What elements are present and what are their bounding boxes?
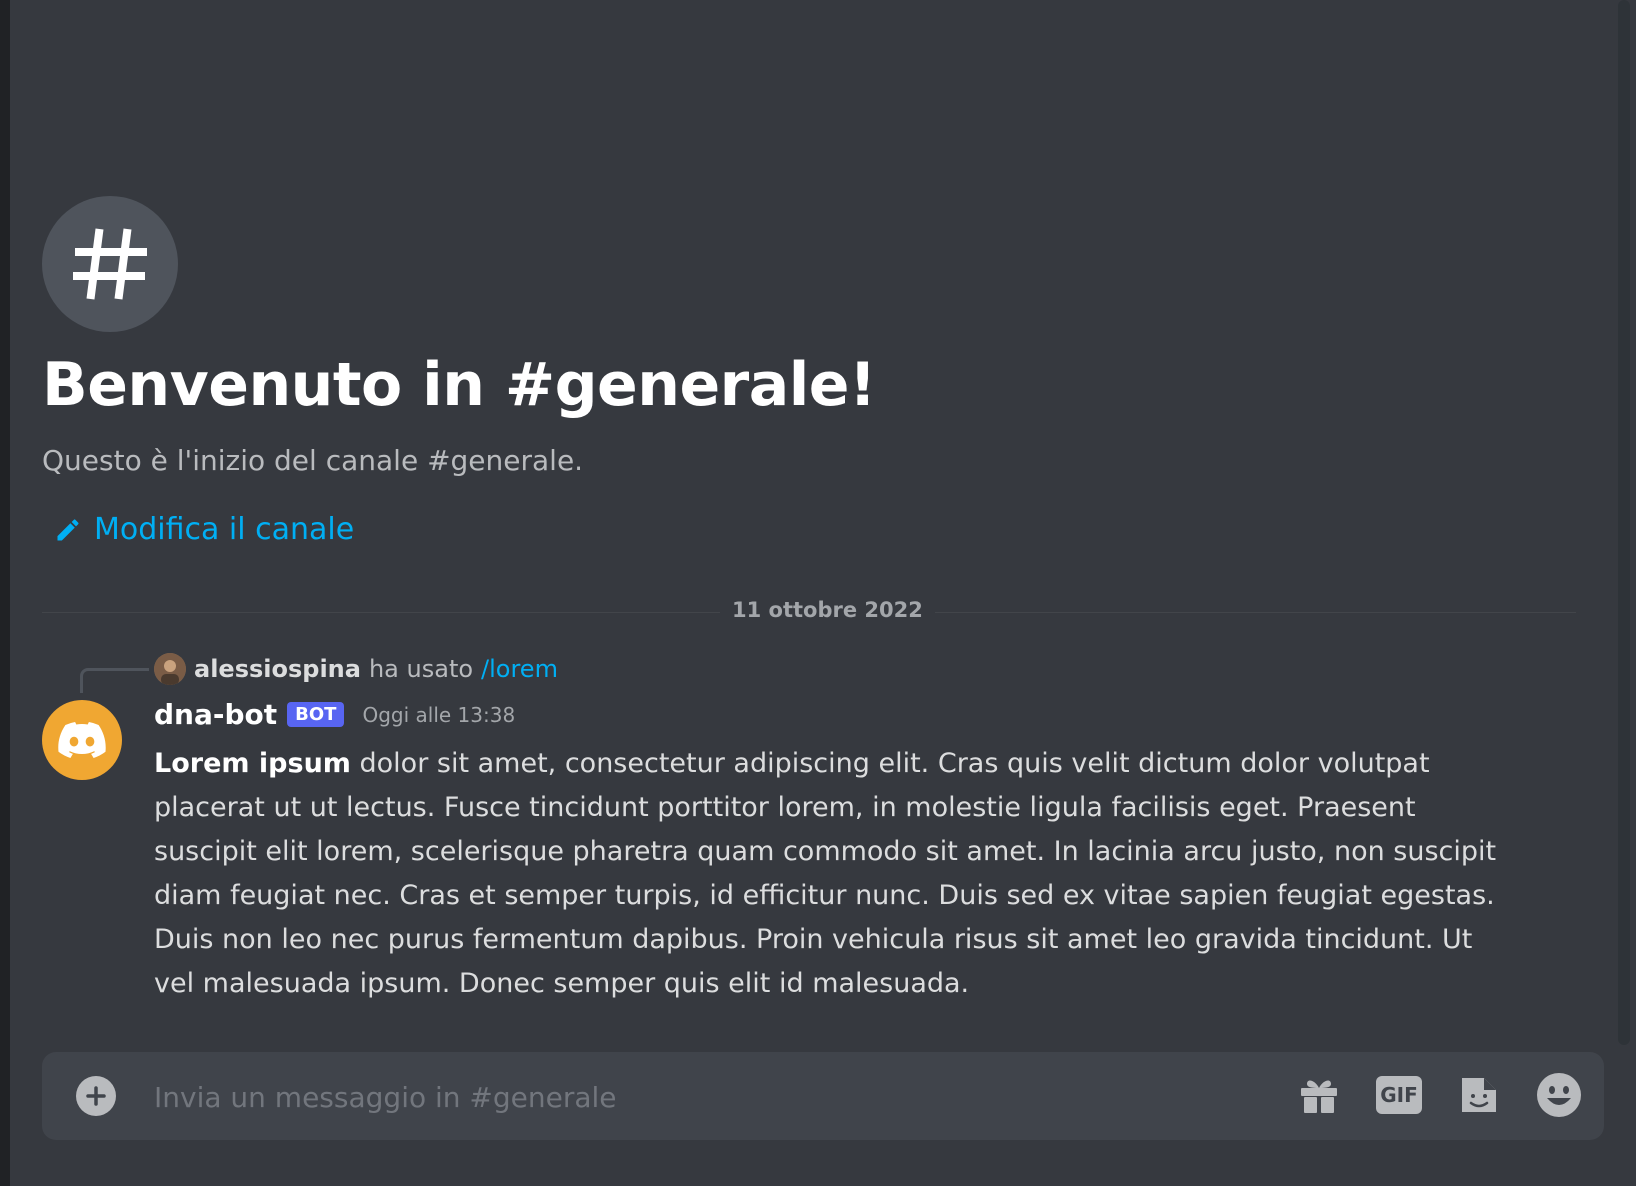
composer-tools: GIF: [1296, 1072, 1582, 1118]
welcome-title: Benvenuto in #generale!: [42, 350, 876, 420]
message-text: dolor sit amet, consectetur adipiscing e…: [154, 748, 1497, 999]
edit-channel-label: Modifica il canale: [94, 512, 355, 547]
channel-hash-avatar: [42, 196, 178, 332]
hash-icon: [73, 228, 147, 300]
emoji-button[interactable]: [1536, 1072, 1582, 1118]
date-divider-label: 11 ottobre 2022: [720, 598, 935, 622]
emoji-icon: [1537, 1073, 1581, 1117]
command-reply-line: alessiospina ha usato /lorem: [154, 653, 558, 685]
reply-action-text: ha usato: [368, 655, 474, 683]
left-edge-strip: [0, 0, 10, 1186]
scrollbar[interactable]: [1618, 0, 1630, 1045]
pencil-icon: [57, 518, 79, 540]
gif-icon: GIF: [1376, 1076, 1422, 1114]
message-header: dna-bot BOT Oggi alle 13:38: [154, 698, 515, 731]
gift-icon: [1301, 1080, 1337, 1113]
slash-command-link[interactable]: /lorem: [481, 655, 558, 683]
bot-badge: BOT: [287, 702, 345, 727]
sticker-icon: [1462, 1078, 1496, 1112]
reply-spine: [80, 668, 149, 693]
gift-button[interactable]: [1296, 1072, 1342, 1118]
message-composer: GIF: [42, 1052, 1604, 1140]
edit-channel-link[interactable]: Modifica il canale: [54, 512, 354, 547]
message-content: Lorem ipsum dolor sit amet, consectetur …: [154, 742, 1514, 1006]
message-timestamp: Oggi alle 13:38: [362, 702, 516, 727]
welcome-subtitle: Questo è l'inizio del canale #generale.: [42, 444, 584, 477]
sticker-button[interactable]: [1456, 1072, 1502, 1118]
message-author[interactable]: dna-bot: [154, 698, 277, 731]
bot-avatar[interactable]: [42, 700, 122, 780]
plus-icon: [86, 1086, 106, 1106]
message-input[interactable]: [152, 1070, 1236, 1124]
gif-button[interactable]: GIF: [1376, 1072, 1422, 1118]
discord-logo-icon: [58, 722, 106, 758]
user-avatar[interactable]: [154, 653, 186, 685]
message-bold-text: Lorem ipsum: [154, 748, 351, 779]
reply-username[interactable]: alessiospina: [194, 655, 361, 683]
upload-button[interactable]: [76, 1076, 116, 1116]
